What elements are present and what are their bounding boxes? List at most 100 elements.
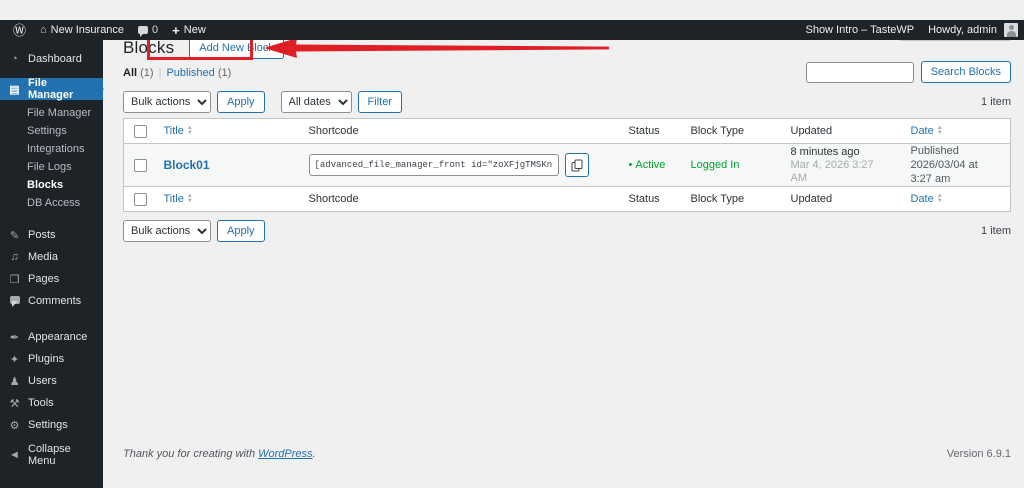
users-person-icon: ♟ [9,375,20,388]
sort-by-date[interactable]: Date ▲ ▼ [911,193,943,205]
collapse-arrow-icon: ◄ [9,449,20,461]
submenu-item-file-logs[interactable]: File Logs [0,158,103,176]
apply-button[interactable]: Apply [217,91,265,113]
submenu-item-db-access[interactable]: DB Access [0,194,103,212]
item-count: 1 item [981,96,1011,108]
dashboard-icon: ◔ [11,53,18,65]
sidebar-item-tools[interactable]: ⚒ Tools [0,392,103,414]
column-header-status: Status [618,186,681,212]
copy-icon [571,159,582,171]
sort-icon: ▲ ▼ [186,193,193,204]
submenu-item-blocks[interactable]: Blocks [0,176,103,194]
sidebar-item-label: Tools [28,397,54,409]
sidebar-item-pages[interactable]: ❐ Pages [0,268,103,290]
date-status: Published [910,145,959,157]
column-header-status: Status [618,118,681,144]
row-checkbox[interactable] [134,158,147,172]
wordpress-logo-icon: Ⓦ [13,22,27,38]
shortcode-cell [308,153,609,177]
main-content: Screen Options ▼ Blocks Add New Block Al… [103,20,1024,468]
sort-icon: ▲ ▼ [936,125,943,136]
wordpress-link[interactable]: WordPress [258,448,312,460]
table-header-row: Title ▲ ▼ Shortcode Status Block Type Upda… [123,118,1011,144]
sort-icon: ▲ ▼ [936,193,943,204]
home-icon: ⌂ [40,24,47,36]
appearance-brush-icon: ✒ [9,331,20,344]
column-header-updated: Updated [780,118,901,144]
posts-pin-icon: ✎ [9,229,20,242]
bulk-actions-select[interactable]: Bulk actions [123,220,211,242]
tablenav-bottom: Bulk actions Apply 1 item [123,219,1011,243]
view-published-link[interactable]: Published (1) [166,67,231,79]
select-all-checkbox[interactable] [134,124,147,138]
comments-icon [8,295,21,307]
sidebar-item-label: Media [28,251,58,263]
sidebar-item-comments[interactable]: Comments [0,290,103,312]
menu-separator [0,312,103,326]
column-header-block-type: Block Type [680,118,781,144]
comment-count: 0 [152,24,159,36]
sidebar-item-users[interactable]: ♟ Users [0,370,103,392]
sidebar-item-media[interactable]: ♫ Media [0,246,103,268]
block-title-link[interactable]: Block01 [164,158,210,172]
footer-thanks: Thank you for creating with WordPress. [123,448,316,460]
show-intro-link[interactable]: Show Intro – TasteWP [798,20,921,40]
updated-relative: 8 minutes ago [790,146,860,158]
column-header-shortcode: Shortcode [298,186,619,212]
select-all-checkbox[interactable] [134,192,147,206]
date-cell: Published 2026/03/04 at 3:27 am [901,144,1011,187]
updated-cell: 8 minutes ago Mar 4, 2026 3:27 AM [781,144,901,187]
comment-bubble-icon [9,296,20,307]
view-all-link[interactable]: All (1) [123,67,154,79]
site-name-link[interactable]: ⌂ New Insurance [33,20,131,40]
avatar[interactable] [1004,23,1018,37]
version-label: Version 6.9.1 [946,448,1011,460]
sort-by-title[interactable]: Title ▲ ▼ [164,125,193,137]
sort-by-title[interactable]: Title ▲ ▼ [164,193,193,205]
copy-shortcode-button[interactable] [564,153,589,177]
site-name-label: New Insurance [50,24,125,36]
item-count: 1 item [981,225,1011,237]
submenu-item-settings[interactable]: Settings [0,122,103,140]
my-account-link[interactable]: Howdy, admin [921,20,1004,40]
dates-filter-select[interactable]: All dates [280,91,352,113]
comments-shortcut[interactable]: 0 [131,20,165,40]
new-label: New [183,24,206,36]
status-dot-icon: • [628,159,633,171]
sidebar-item-label: Posts [28,229,56,241]
column-header-shortcode: Shortcode [298,118,619,144]
search-blocks-button[interactable]: Search Blocks [920,61,1011,83]
collapse-menu-button[interactable]: ◄ Collapse Menu [0,443,103,467]
blocks-table: Title ▲ ▼ Shortcode Status Block Type Upda… [123,118,1011,212]
admin-footer: Thank you for creating with WordPress. V… [123,448,1011,460]
sort-by-date[interactable]: Date ▲ ▼ [911,125,943,137]
sidebar-item-dashboard[interactable]: ◔ Dashboard [0,48,103,70]
submenu-item-integrations[interactable]: Integrations [0,140,103,158]
media-icon: ♫ [10,251,19,263]
filter-button[interactable]: Filter [357,91,402,113]
sidebar-item-file-manager[interactable]: ▤ File Manager [0,77,104,101]
shortcode-field[interactable] [308,154,559,176]
search-box: Search Blocks [805,61,1011,83]
admin-bar: Ⓦ ⌂ New Insurance 0 + New Show Intro – T… [0,20,1024,40]
apply-button[interactable]: Apply [217,220,265,242]
pages-icon: ❐ [9,273,20,286]
submenu-item-file-manager[interactable]: File Manager [0,104,103,122]
sidebar-item-settings[interactable]: ⚙ Settings [0,414,103,436]
sidebar-item-label: Plugins [28,353,65,365]
sidebar-item-plugins[interactable]: ✦ Plugins [0,348,103,370]
sidebar-item-appearance[interactable]: ✒ Appearance [0,326,103,348]
updated-absolute: Mar 4, 2026 3:27 AM [790,159,874,184]
bulk-actions-select[interactable]: Bulk actions [123,91,211,113]
sidebar-item-posts[interactable]: ✎ Posts [0,224,103,246]
block-type-value: Logged In [690,159,740,171]
new-content-menu[interactable]: + New [165,20,213,40]
view-separator: | [158,67,162,79]
tablenav-top: Bulk actions Apply All dates Filter 1 it… [123,90,1011,114]
collapse-menu-label: Collapse Menu [28,443,71,467]
column-header-updated: Updated [780,186,901,212]
file-manager-submenu: File Manager Settings Integrations File … [0,100,103,216]
wordpress-logo[interactable]: Ⓦ [6,20,33,40]
status-badge: • Active [628,159,666,171]
search-input[interactable] [805,61,914,83]
